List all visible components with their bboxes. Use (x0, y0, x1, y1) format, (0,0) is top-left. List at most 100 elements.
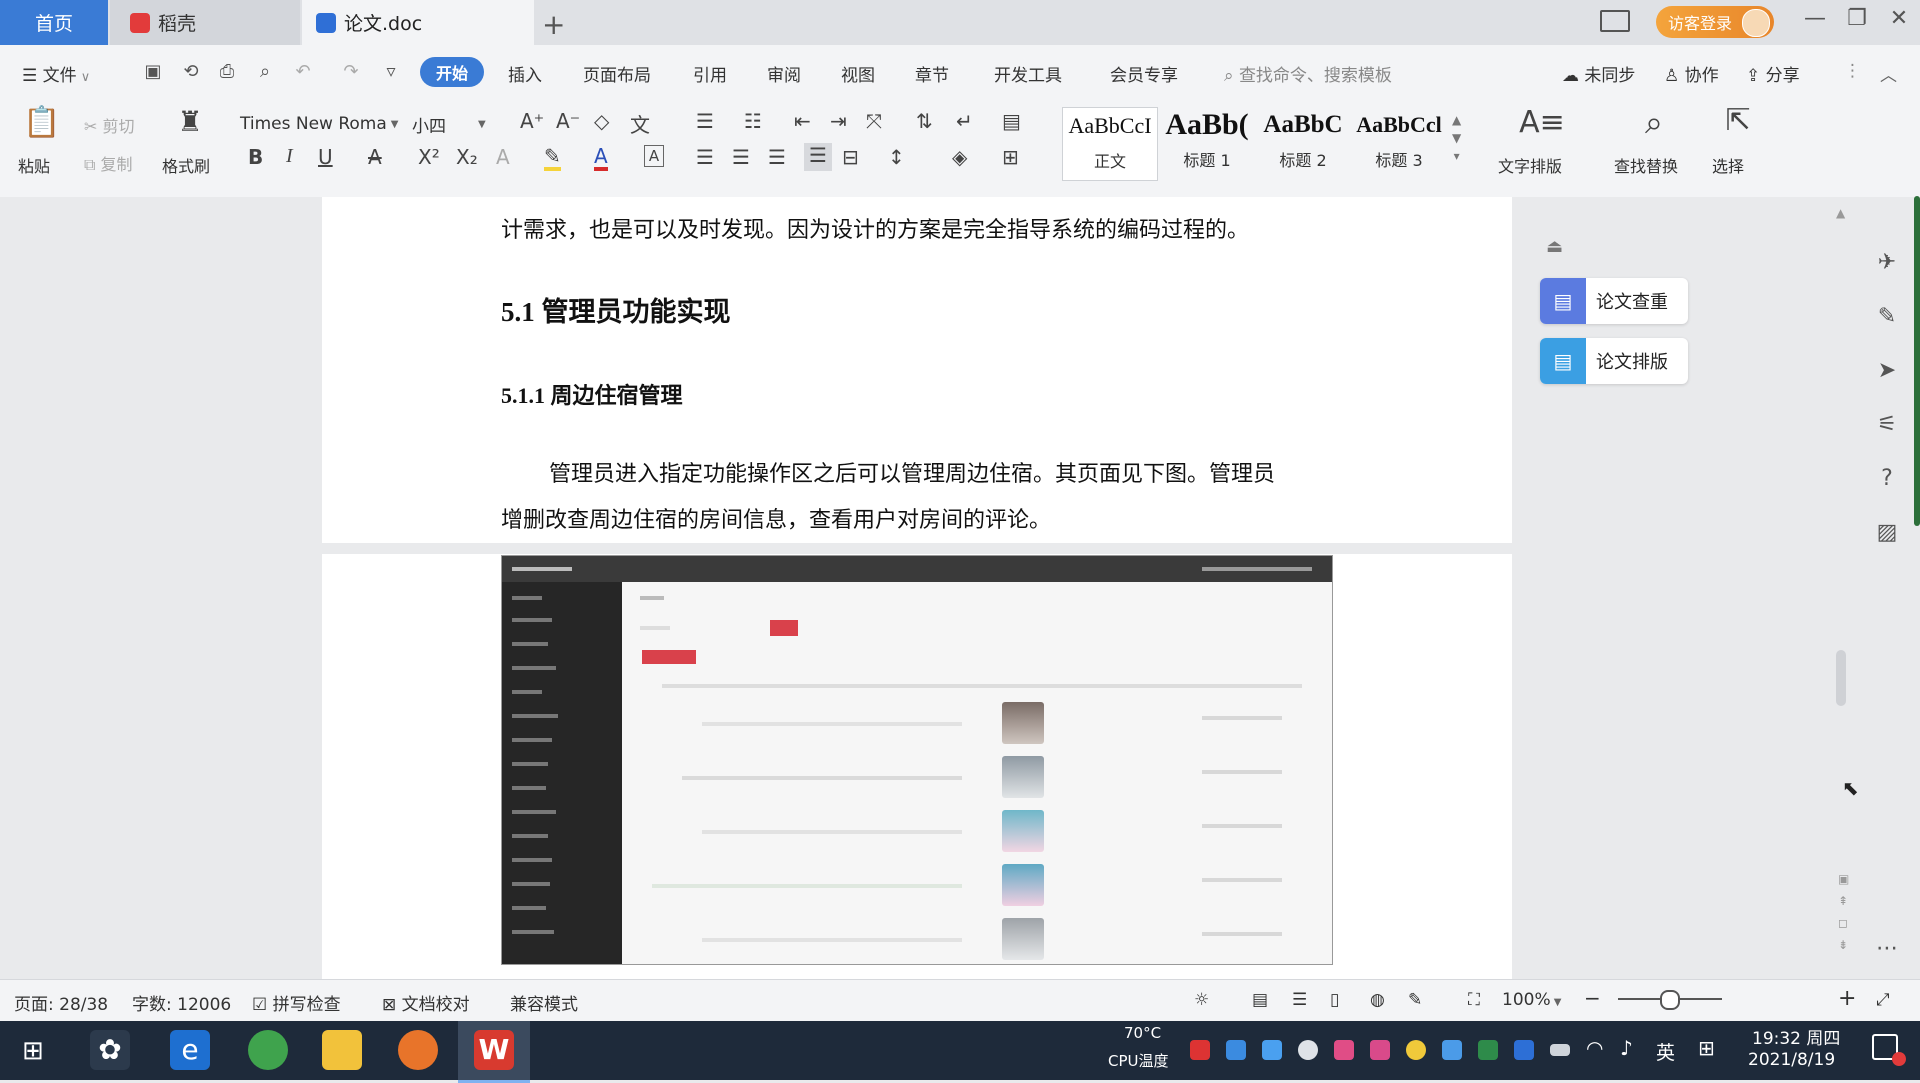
share-button[interactable]: ⇪ 分享 (1746, 61, 1800, 86)
minimize-button[interactable]: — (1800, 6, 1830, 31)
spell-check-button[interactable]: ☑ 拼写检查 (252, 990, 341, 1015)
image-tools-icon[interactable]: ▨ (1872, 520, 1902, 550)
heading-5-1-1[interactable]: 5.1.1 周边住宿管理 (501, 378, 683, 410)
decrease-indent-icon[interactable]: ⇤ (794, 109, 811, 133)
text-layout-label[interactable]: 文字排版 (1498, 153, 1562, 177)
bullet-list-icon[interactable]: ☰ (696, 109, 714, 133)
select-label[interactable]: 选择 (1712, 153, 1744, 177)
copy-button[interactable]: ⧉ 复制 (84, 151, 133, 175)
pen-icon[interactable]: ✎ (1872, 304, 1902, 334)
find-replace-label[interactable]: 查找替换 (1614, 153, 1678, 177)
justify-icon[interactable]: ☰ (804, 143, 832, 171)
orange-app-icon[interactable] (398, 1030, 438, 1070)
align-right-icon[interactable]: ☰ (768, 145, 786, 169)
tab-start[interactable]: 开始 (420, 57, 484, 87)
tray-app-icon[interactable] (1226, 1040, 1246, 1060)
style-heading-2[interactable]: AaBbC 标题 2 (1256, 107, 1350, 179)
tab-document[interactable]: 论文.doc (302, 0, 534, 45)
table-tools-icon[interactable]: ▤ (1002, 109, 1021, 133)
word-count[interactable]: 字数: 12006 (132, 990, 231, 1015)
grow-font-icon[interactable]: A⁺ (520, 109, 544, 133)
magnifier-icon[interactable]: ⌕ (1630, 103, 1678, 142)
ime-mode-icon[interactable]: ⊞ (1698, 1036, 1715, 1060)
proofread-button[interactable]: ⊠ 文档校对 (382, 990, 470, 1015)
tab-home[interactable]: 首页 (0, 0, 108, 45)
body-paragraph[interactable]: 计需求，也是可以及时发现。因为设计的方案是完全指导系统的编码过程的。 (501, 212, 1249, 244)
pointer-icon[interactable]: ➤ (1872, 358, 1902, 388)
sort-icon[interactable]: ⇅ (916, 109, 933, 133)
pinwheel-app-icon[interactable]: ✿ (90, 1030, 130, 1070)
phonetic-guide-icon[interactable]: 文 (630, 109, 650, 138)
export-icon[interactable]: ⟲ (180, 61, 202, 83)
tray-app-icon[interactable] (1370, 1040, 1390, 1060)
tab-dev-tools[interactable]: 开发工具 (994, 61, 1062, 86)
scrollbar-thumb[interactable] (1836, 650, 1846, 706)
bluetooth-icon[interactable] (1514, 1040, 1534, 1060)
tray-app-icon[interactable] (1190, 1040, 1210, 1060)
borders-icon[interactable]: ⊞ (1002, 145, 1019, 169)
text-effect-icon[interactable]: A (496, 145, 510, 169)
redo-icon[interactable]: ↷ (340, 61, 362, 83)
page-counter[interactable]: 页面: 28/38 (14, 990, 108, 1015)
italic-icon[interactable]: I (286, 145, 293, 168)
embedded-screenshot-figure[interactable] (501, 555, 1333, 965)
file-menu[interactable]: ☰ 文件 ∨ (22, 61, 90, 86)
web-view-icon[interactable]: ◍ (1370, 990, 1385, 1010)
ime-language[interactable]: 英 (1656, 1038, 1675, 1065)
tray-app-icon[interactable] (1334, 1040, 1354, 1060)
command-search-input[interactable]: ⌕ 查找命令、搜索模板 (1224, 61, 1392, 86)
highlight-icon[interactable]: ✎ (544, 145, 561, 171)
bold-icon[interactable]: B (248, 145, 263, 169)
line-spacing-icon[interactable]: ↕ (888, 145, 905, 169)
sync-status-button[interactable]: ☁ 未同步 (1562, 61, 1635, 86)
font-name-select[interactable]: Times New Roma ▼ (240, 111, 408, 137)
cursor-select-icon[interactable]: ⇱ (1718, 103, 1758, 138)
format-painter-icon[interactable]: ♜ (170, 105, 210, 138)
font-color-icon[interactable]: A (594, 145, 608, 171)
ie-browser-icon[interactable]: e (170, 1030, 210, 1070)
page-nav-icon[interactable]: ▣ ⇞ ◻ ⇟ (1838, 868, 1849, 956)
scroll-up-icon[interactable]: ▲ (1836, 206, 1845, 220)
show-marks-icon[interactable]: ↵ (956, 109, 973, 133)
nvidia-icon[interactable] (1478, 1040, 1498, 1060)
align-left-icon[interactable]: ☰ (696, 145, 714, 169)
heading-5-1[interactable]: 5.1 管理员功能实现 (501, 290, 731, 329)
zoom-in-icon[interactable]: + (1838, 986, 1856, 1011)
print-preview-icon[interactable]: ⌕ (254, 61, 276, 83)
clock-time[interactable]: 19:32 周四 (1752, 1024, 1840, 1049)
zoom-slider-knob[interactable] (1660, 990, 1680, 1010)
underline-icon[interactable]: U (318, 145, 333, 169)
shrink-font-icon[interactable]: A⁻ (556, 109, 580, 133)
vertical-scrollbar[interactable] (1834, 205, 1848, 975)
wps-taskbar-item[interactable]: W (458, 1021, 530, 1083)
page-view-icon[interactable]: ▤ (1252, 990, 1268, 1010)
shield-icon[interactable] (1262, 1040, 1282, 1060)
layout-toggle-icon[interactable] (1600, 10, 1630, 32)
zoom-out-icon[interactable]: − (1584, 986, 1601, 1010)
more-options-icon[interactable]: ⋮ (1844, 61, 1861, 81)
superscript-icon[interactable]: X² (418, 145, 440, 169)
adjust-icon[interactable]: ⚟ (1872, 412, 1902, 442)
font-size-select[interactable]: 小四 ▼ (412, 111, 506, 137)
undo-icon[interactable]: ↶ (292, 61, 314, 83)
align-center-icon[interactable]: ☰ (732, 145, 750, 169)
style-heading-3[interactable]: AaBbCcl 标题 3 (1352, 107, 1446, 179)
collapse-ribbon-icon[interactable]: ︿ (1880, 61, 1897, 86)
tab-view[interactable]: 视图 (841, 61, 875, 86)
reading-view-icon[interactable]: ▯ (1330, 990, 1339, 1010)
zoom-select[interactable]: 100% ▼ (1502, 990, 1561, 1010)
rocket-icon[interactable]: ✈ (1872, 250, 1902, 280)
cut-button[interactable]: ✂ 剪切 (84, 113, 135, 137)
character-border-icon[interactable]: A (644, 145, 664, 167)
collaborate-button[interactable]: ♙ 协作 (1664, 61, 1719, 86)
more-icon[interactable]: ⋯ (1872, 936, 1902, 966)
help-icon[interactable]: ? (1872, 466, 1902, 496)
guest-login-button[interactable]: 访客登录 (1656, 6, 1774, 38)
increase-indent-icon[interactable]: ⇥ (830, 109, 847, 133)
battery-icon[interactable] (1550, 1044, 1570, 1056)
tab-review[interactable]: 审阅 (767, 61, 801, 86)
paper-layout-button[interactable]: ▤ 论文排版 (1540, 338, 1688, 384)
tab-chapter[interactable]: 章节 (915, 61, 949, 86)
outline-view-icon[interactable]: ☰ (1292, 990, 1307, 1010)
tab-member[interactable]: 会员专享 (1110, 61, 1178, 86)
